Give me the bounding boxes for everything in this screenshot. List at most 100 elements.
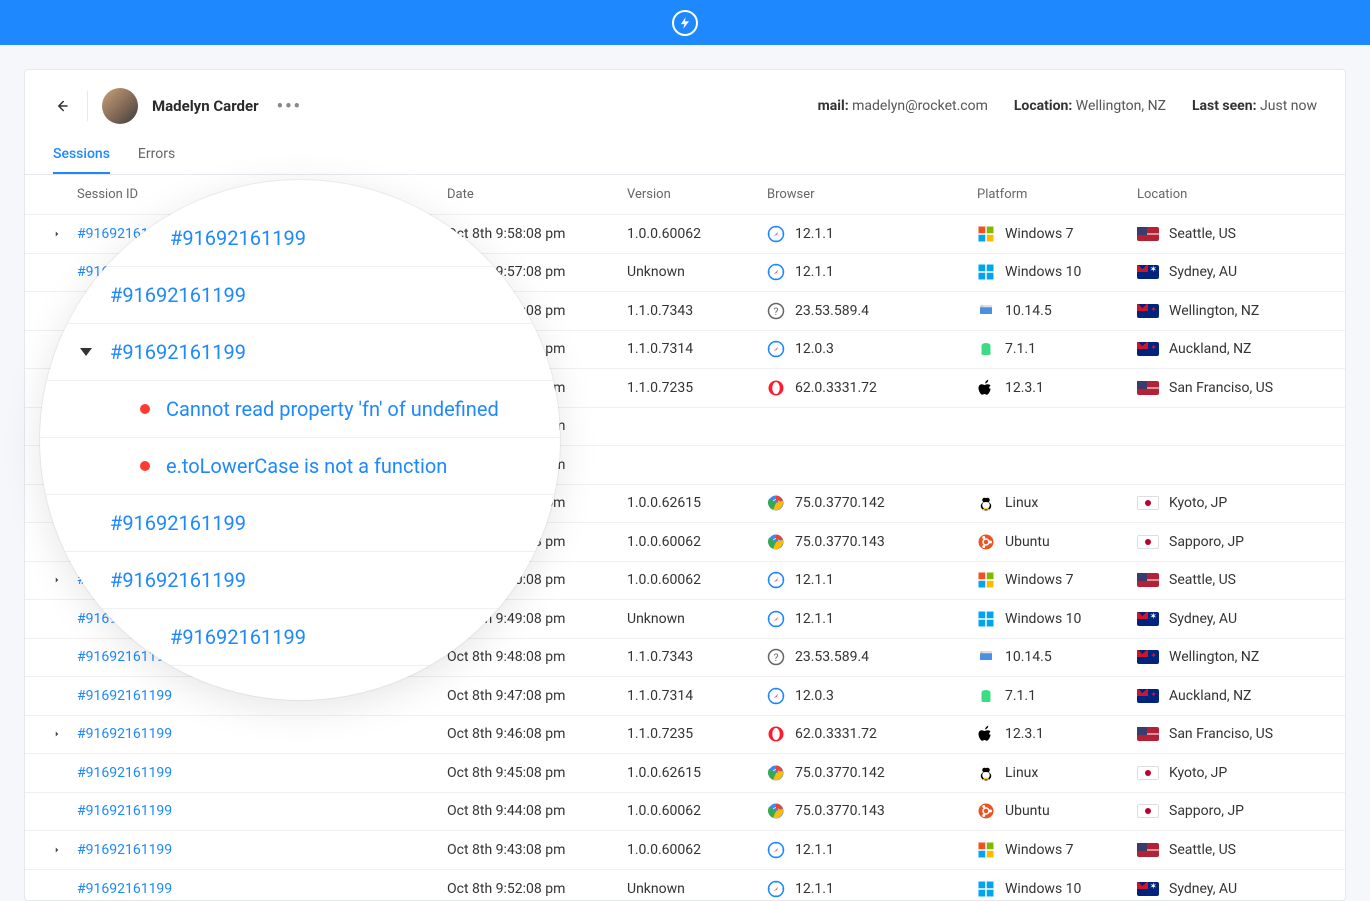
expand-toggle[interactable]	[37, 845, 77, 855]
tabs: Sessions Errors	[25, 132, 1345, 175]
session-id-link[interactable]: #91692161199	[77, 264, 447, 280]
table-row: #91692161199Oct 8th 9:51:08 pm1.0.0.6006…	[25, 523, 1345, 562]
session-location: Auckland, NZ	[1137, 341, 1319, 357]
session-browser: 12.1.1	[767, 841, 977, 859]
session-id-link[interactable]: #91692161199	[77, 303, 447, 319]
session-id-link[interactable]: #91692161199	[77, 726, 447, 742]
expand-toggle[interactable]	[37, 575, 77, 585]
col-location: Location	[1137, 187, 1319, 202]
unknown-icon	[767, 302, 785, 320]
session-browser: 12.1.1	[767, 571, 977, 589]
session-date: Oct 8th 9:50:08 pm	[447, 572, 627, 588]
safari-icon	[767, 571, 785, 589]
chrome-icon	[767, 494, 785, 512]
session-id-link[interactable]: #91692161199	[77, 341, 447, 357]
session-id-link[interactable]: #91692161199	[77, 572, 447, 588]
col-date: Date	[447, 187, 627, 202]
win10-icon	[977, 880, 995, 898]
flag-au-icon	[1137, 882, 1159, 896]
table-row: #91692161199Oct 8th 9:52:08 pm1.0.0.6261…	[25, 485, 1345, 524]
tab-sessions[interactable]: Sessions	[53, 138, 110, 174]
session-date: Oct 8th 9:53:08 pm	[447, 418, 627, 434]
caret-right-icon	[52, 575, 62, 585]
session-platform: Ubuntu	[977, 533, 1137, 551]
tab-errors[interactable]: Errors	[138, 138, 175, 174]
flag-jp-icon	[1137, 804, 1159, 818]
session-platform: 7.1.1	[977, 340, 1137, 358]
table-row: #91692161199Oct 8th 9:56:08 pm1.1.0.7343…	[25, 292, 1345, 331]
win10-icon	[977, 610, 995, 628]
session-version: 1.0.0.60062	[627, 226, 767, 242]
user-header: Madelyn Carder ••• mail: madelyn@rocket.…	[25, 70, 1345, 132]
session-id-link[interactable]: #91692161199	[77, 765, 447, 781]
session-id-link[interactable]: #91692161199	[77, 534, 447, 550]
session-id-link[interactable]: #91692161199	[77, 611, 447, 627]
session-browser: 12.1.1	[767, 225, 977, 243]
flag-jp-icon	[1137, 766, 1159, 780]
user-name: Madelyn Carder	[152, 97, 259, 115]
session-location: Wellington, NZ	[1137, 303, 1319, 319]
session-browser: 12.1.1	[767, 880, 977, 898]
avatar	[102, 88, 138, 124]
android-icon	[977, 687, 995, 705]
session-id-link[interactable]: #91692161199	[77, 380, 447, 396]
session-version: Unknown	[627, 881, 767, 897]
session-browser: 12.1.1	[767, 610, 977, 628]
session-location: Seattle, US	[1137, 572, 1319, 588]
table-row: #91692161199Oct 8th 9:53:08 pm	[25, 408, 1345, 447]
session-date: Oct 8th 9:52:08 pm	[447, 881, 627, 897]
opera-icon	[767, 379, 785, 397]
flag-au-icon	[1137, 612, 1159, 626]
session-platform: Linux	[977, 494, 1137, 512]
table-row: #91692161199Oct 8th 9:54:08 pm1.1.0.7235…	[25, 369, 1345, 408]
session-date: Oct 8th 9:53:08 pm	[447, 457, 627, 473]
logo-bolt-icon	[672, 10, 698, 36]
sessions-table: Session ID Date Version Browser Platform…	[25, 175, 1345, 900]
table-row: #91692161199Oct 8th 9:44:08 pm1.0.0.6006…	[25, 793, 1345, 832]
back-button[interactable]	[49, 94, 73, 118]
flag-us-icon	[1137, 727, 1159, 741]
session-location: San Franciso, US	[1137, 726, 1319, 742]
flag-nz-icon	[1137, 342, 1159, 356]
session-id-link[interactable]: #91692161199	[77, 803, 447, 819]
ubuntu-icon	[977, 802, 995, 820]
lastseen-label: Last seen:	[1192, 98, 1257, 114]
session-location: Kyoto, JP	[1137, 495, 1319, 511]
apple-icon	[977, 379, 995, 397]
flag-us-icon	[1137, 573, 1159, 587]
session-version: 1.0.0.60062	[627, 842, 767, 858]
session-id-link[interactable]: #91692161199	[77, 688, 447, 704]
linux-icon	[977, 764, 995, 782]
session-browser: 75.0.3770.143	[767, 802, 977, 820]
safari-icon	[767, 225, 785, 243]
session-date: Oct 8th 9:45:08 pm	[447, 765, 627, 781]
session-version: 1.0.0.60062	[627, 534, 767, 550]
session-id-link[interactable]: #91692161199	[77, 649, 447, 665]
safari-icon	[767, 263, 785, 281]
session-id-link[interactable]: #91692161199	[77, 842, 447, 858]
session-date: Oct 8th 9:43:08 pm	[447, 842, 627, 858]
win10-icon	[977, 263, 995, 281]
win7-icon	[977, 571, 995, 589]
session-version: 1.1.0.7343	[627, 303, 767, 319]
session-browser: 75.0.3770.143	[767, 533, 977, 551]
lastseen-value: Just now	[1260, 98, 1317, 114]
session-id-link[interactable]: #91692161199	[77, 881, 447, 897]
session-platform: Linux	[977, 764, 1137, 782]
expand-toggle[interactable]	[37, 229, 77, 239]
session-id-link[interactable]: #91692161199	[77, 457, 447, 473]
session-id-link[interactable]: #91692161199	[77, 495, 447, 511]
session-id-link[interactable]: #91692161199	[77, 418, 447, 434]
flag-jp-icon	[1137, 535, 1159, 549]
win7-icon	[977, 225, 995, 243]
session-platform: Windows 10	[977, 880, 1137, 898]
more-button[interactable]: •••	[277, 96, 302, 117]
main-panel: Madelyn Carder ••• mail: madelyn@rocket.…	[24, 69, 1346, 901]
session-platform: 12.3.1	[977, 725, 1137, 743]
apple-icon	[977, 725, 995, 743]
session-id-link[interactable]: #91692161199	[77, 226, 447, 242]
session-date: Oct 8th 9:48:08 pm	[447, 649, 627, 665]
expand-toggle[interactable]	[37, 729, 77, 739]
session-browser: 62.0.3331.72	[767, 725, 977, 743]
table-row: #91692161199Oct 8th 9:58:08 pm1.0.0.6006…	[25, 215, 1345, 254]
